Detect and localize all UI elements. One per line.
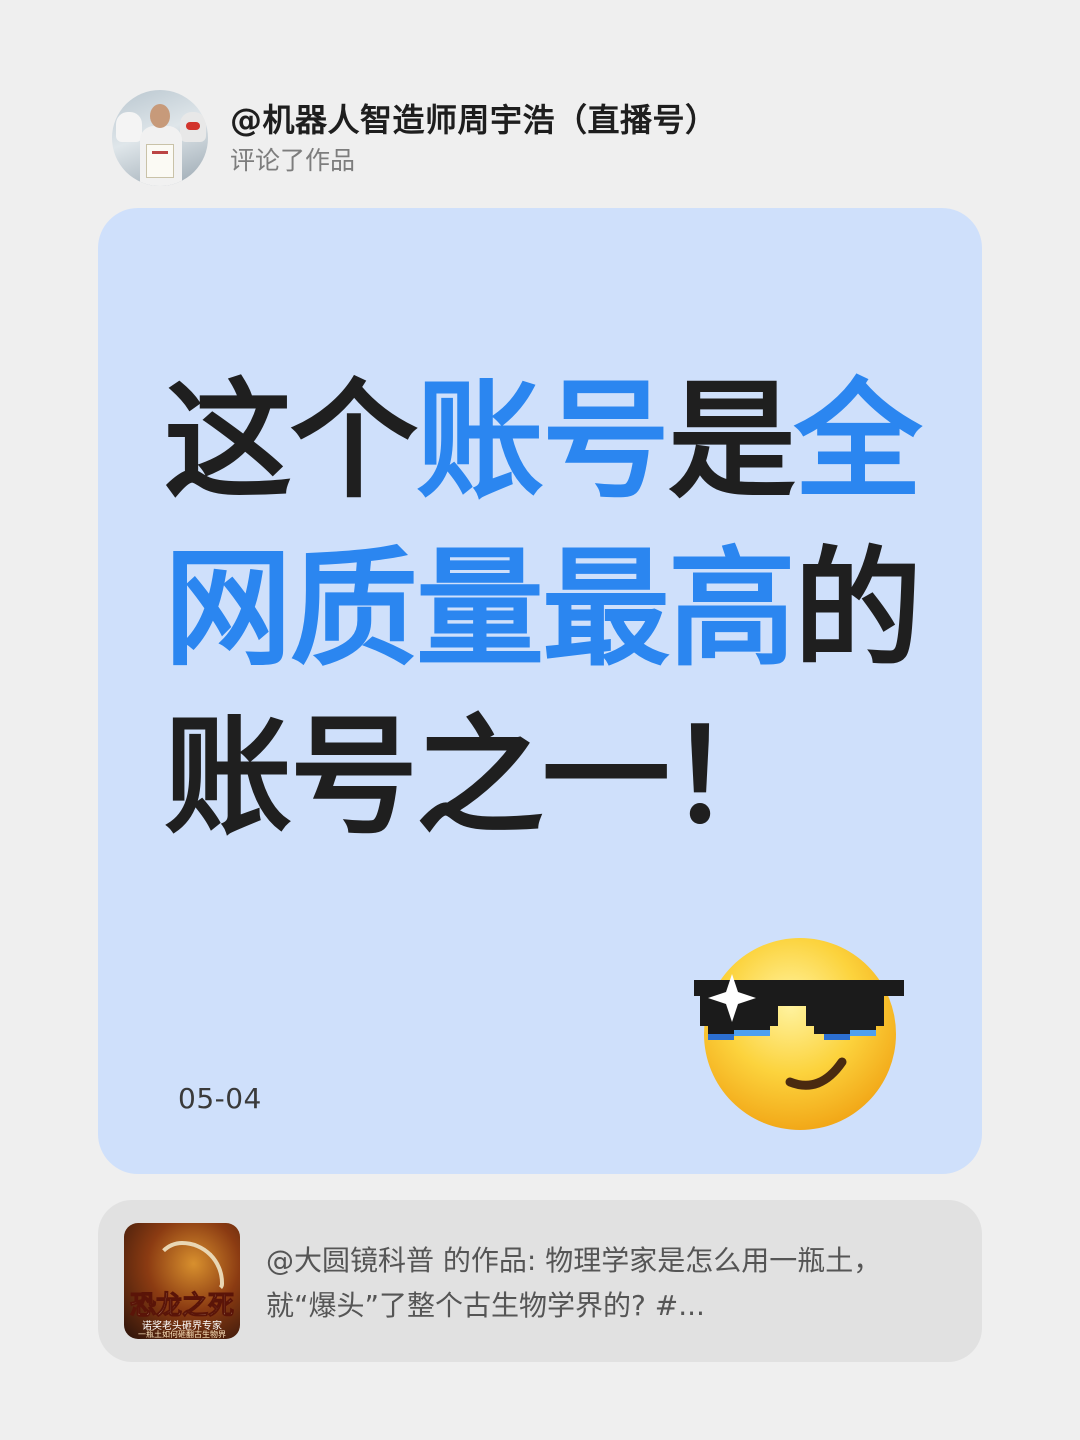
avatar[interactable] [112,90,208,186]
quoted-work[interactable]: 恐龙之死 诺奖老头砸界专家 一瓶土如何砸翻古生物界 @大圆镜科普 的作品: 物理… [98,1200,982,1362]
certificate [146,144,174,178]
comment-segment: 账号之一！ [164,703,796,852]
comment-segment: 是 [668,367,796,516]
thumbnail-subtitle: 一瓶土如何砸翻古生物界 [138,1330,226,1339]
comment-card: 这个账号是全 网质量最高的 账号之一！ 05-04 [98,208,982,1174]
robot-figure [180,112,206,142]
robot-figure [116,112,142,142]
comment-action-label: 评论了作品 [230,146,356,175]
cool-sunglasses-emoji [694,938,904,1130]
comment-segment: 这个 [164,367,418,516]
comment-segment-highlight: 全 [794,367,922,516]
user-name[interactable]: @机器人智造师周宇浩（直播号） [230,100,718,140]
dinosaur-skeleton-icon [154,1241,224,1291]
comment-header: @机器人智造师周宇浩（直播号） 评论了作品 [112,90,718,186]
comment-line: 账号之一！ [164,694,920,862]
comment-share-card: @机器人智造师周宇浩（直播号） 评论了作品 这个账号是全 网质量最高的 账号之一… [0,0,1080,1440]
comment-line: 这个账号是全 [164,358,922,526]
comment-segment: 的 [794,535,922,684]
quoted-work-description[interactable]: @大圆镜科普 的作品: 物理学家是怎么用一瓶土，就“爆头”了整个古生物学界的? … [266,1238,906,1328]
work-thumbnail[interactable]: 恐龙之死 诺奖老头砸界专家 一瓶土如何砸翻古生物界 [124,1223,240,1339]
comment-segment-highlight: 网质量最高 [164,535,796,684]
person-head [150,104,170,128]
comment-date: 05-04 [178,1082,262,1115]
comment-line: 网质量最高的 [164,526,922,694]
comment-segment-highlight: 账号 [416,367,670,516]
comment-text: 这个账号是全 网质量最高的 账号之一！ [164,358,922,862]
